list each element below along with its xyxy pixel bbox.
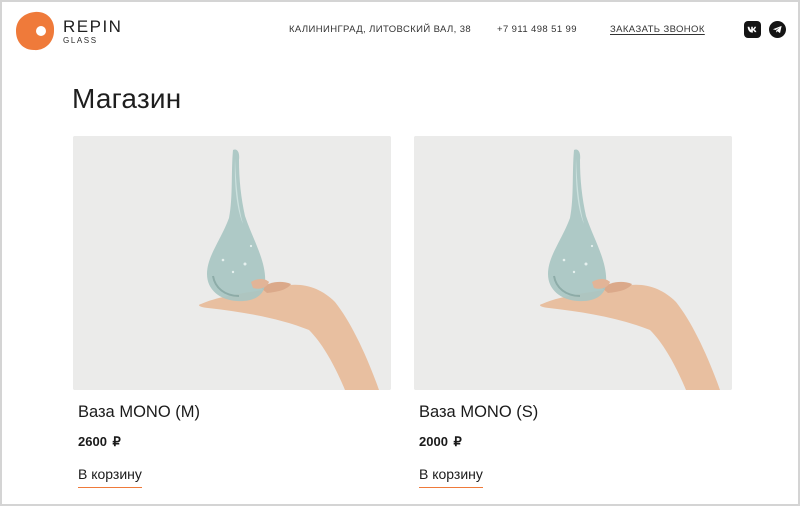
product-price: 2000 ₽ (419, 434, 462, 450)
product-price: 2600 ₽ (78, 434, 121, 450)
product-name: Ваза MONO (M) (78, 403, 200, 421)
page-title: Магазин (72, 83, 182, 114)
add-to-cart-button[interactable]: В корзину (78, 466, 142, 488)
telegram-icon[interactable] (769, 21, 786, 38)
brand-sub: GLASS (63, 35, 98, 45)
callback-link[interactable]: ЗАКАЗАТЬ ЗВОНОК (610, 24, 705, 35)
logo[interactable]: REPIN GLASS (14, 8, 134, 54)
phone-link[interactable]: +7 911 498 51 99 (497, 24, 577, 35)
price-value: 2000 (419, 434, 448, 449)
vk-icon[interactable] (744, 21, 761, 38)
page-frame: REPIN GLASS КАЛИНИНГРАД, ЛИТОВСКИЙ ВАЛ, … (0, 0, 800, 506)
product-name: Ваза MONO (S) (419, 403, 539, 421)
currency-symbol: ₽ (112, 434, 121, 449)
product-card: Ваза MONO (S) 2000 ₽ В корзину (414, 136, 732, 504)
price-value: 2600 (78, 434, 107, 449)
product-card: Ваза MONO (M) 2600 ₽ В корзину (73, 136, 391, 504)
address-text: КАЛИНИНГРАД, ЛИТОВСКИЙ ВАЛ, 38 (289, 24, 472, 35)
logo-mark-icon (16, 11, 55, 51)
add-to-cart-button[interactable]: В корзину (419, 466, 483, 488)
product-image[interactable] (73, 136, 391, 390)
brand-name: REPIN (63, 16, 123, 36)
product-image[interactable] (414, 136, 732, 390)
site-header: REPIN GLASS КАЛИНИНГРАД, ЛИТОВСКИЙ ВАЛ, … (2, 2, 798, 58)
currency-symbol: ₽ (453, 434, 462, 449)
